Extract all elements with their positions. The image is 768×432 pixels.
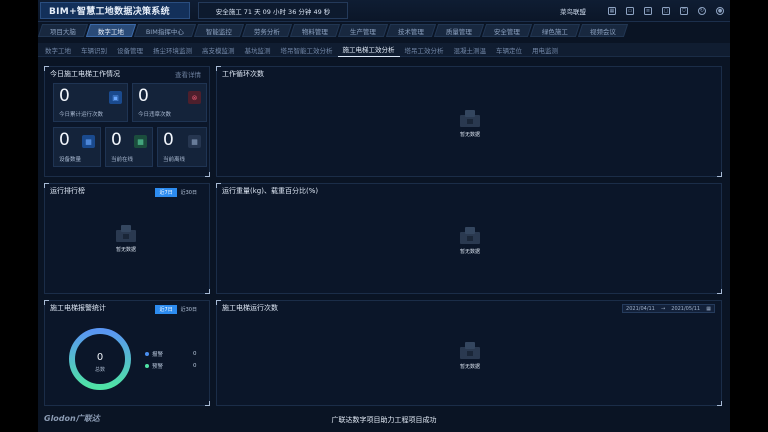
calendar-icon[interactable]: ▦ <box>706 306 711 312</box>
legend-dot <box>145 352 149 356</box>
legend-dot <box>145 364 149 368</box>
date-separator: → <box>660 305 666 312</box>
tab-project-brain[interactable]: 项目大脑 <box>38 24 89 37</box>
legend-alarm: 报警 0 <box>145 350 205 358</box>
alarm-total-label: 总数 <box>95 366 105 373</box>
panel-title: 工作循环次数 <box>222 70 264 78</box>
elevator-icon: ▣ <box>109 91 122 104</box>
user-icon[interactable]: ● <box>716 6 724 15</box>
load-weight-panel: 运行重量(kg)、载重百分比(%) 暂无数据 <box>216 183 722 294</box>
shield-icon[interactable]: ⛉ <box>680 6 688 15</box>
alarm-icon: ⊗ <box>188 91 201 104</box>
empty-state: 暂无数据 <box>450 109 490 138</box>
subnav-dust-monitor[interactable]: 扬尘环境监测 <box>148 43 197 57</box>
tab-safety[interactable]: 安全管理 <box>481 24 533 37</box>
tab-bim-center[interactable]: BIM指挥中心 <box>133 24 197 37</box>
panel-title: 施工电梯报警统计 <box>50 304 106 312</box>
tab-smart-monitor[interactable]: 智能监控 <box>193 24 245 37</box>
subnav-pit-monitor[interactable]: 基坑监测 <box>240 43 276 57</box>
subnav-concrete-temp[interactable]: 混凝土测温 <box>449 43 492 57</box>
empty-state: 暂无数据 <box>106 224 146 253</box>
tab-quality[interactable]: 质量管理 <box>433 24 485 37</box>
refresh-icon[interactable]: ↻ <box>698 6 706 15</box>
footer-slogan: 广联达数字项目助力工程项目成功 <box>331 416 437 424</box>
date-start[interactable]: 2021/04/11 <box>626 306 655 312</box>
main-tabs: 项目大脑 数字工地 BIM指挥中心 智能监控 劳务分析 物料管理 生产管理 技术… <box>38 24 629 38</box>
monitor-icon[interactable]: ▭ <box>626 6 634 15</box>
chat-icon[interactable]: ▢ <box>662 6 670 15</box>
panel-title: 运行排行榜 <box>50 187 85 195</box>
legend-warning: 预警 0 <box>145 362 205 370</box>
toggle-30-days[interactable]: 近30日 <box>177 188 201 197</box>
header-toolbar: 菜鸟联盟 ▦ ▭ ≡ ▢ ⛉ ↻ ● <box>560 2 730 19</box>
alarm-stats-panel: 施工电梯报警统计 近7日 近30日 0 总数 报警 0 预警 0 <box>44 300 210 406</box>
subnav-equipment[interactable]: 设备管理 <box>112 43 148 57</box>
app-logo-box: BIM+智慧工地数据决策系统 <box>40 2 190 19</box>
period-toggle: 近7日 近30日 <box>155 305 201 314</box>
tab-technical[interactable]: 技术管理 <box>385 24 437 37</box>
panel-title: 运行重量(kg)、载重百分比(%) <box>222 187 319 195</box>
empty-box-icon <box>114 224 138 244</box>
device-icon: ▦ <box>82 135 95 148</box>
view-details-link[interactable]: 查看详情 <box>175 69 201 79</box>
tab-materials[interactable]: 物料管理 <box>289 24 341 37</box>
app-title: BIM+智慧工地数据决策系统 <box>49 7 170 17</box>
work-cycles-panel: 工作循环次数 暂无数据 <box>216 66 722 177</box>
subnav-vehicle-recognition[interactable]: 车辆识别 <box>76 43 112 57</box>
toggle-7-days[interactable]: 近7日 <box>155 305 177 314</box>
tab-labor[interactable]: 劳务分析 <box>241 24 293 37</box>
subnav-vehicle-location[interactable]: 车辆定位 <box>491 43 527 57</box>
panel-title: 施工电梯运行次数 <box>222 304 278 312</box>
empty-box-icon <box>458 341 482 361</box>
toggle-30-days[interactable]: 近30日 <box>177 305 201 314</box>
user-name[interactable]: 菜鸟联盟 <box>560 6 586 16</box>
document-icon[interactable]: ≡ <box>644 6 652 15</box>
top-header: BIM+智慧工地数据决策系统 安全施工 71 天 09 小时 36 分钟 49 … <box>38 0 730 22</box>
alarm-total-value: 0 <box>97 352 103 363</box>
grid-icon[interactable]: ▦ <box>608 6 616 15</box>
tab-green[interactable]: 绿色施工 <box>529 24 581 37</box>
panel-title: 今日施工电梯工作情况 <box>50 70 120 78</box>
stat-offline: 0 当前离线 ▦ <box>157 127 207 167</box>
subnav-formwork-monitor[interactable]: 高支模监测 <box>197 43 240 57</box>
subnav-digital-site[interactable]: 数字工地 <box>40 43 76 57</box>
stat-online: 0 当前在线 ▦ <box>105 127 153 167</box>
alarm-donut-chart: 0 总数 <box>69 328 131 390</box>
date-end[interactable]: 2021/05/11 <box>671 306 700 312</box>
tab-production[interactable]: 生产管理 <box>337 24 389 37</box>
safety-counter: 安全施工 71 天 09 小时 36 分钟 49 秒 <box>198 2 348 19</box>
subnav-power-monitor[interactable]: 用电监测 <box>527 43 563 57</box>
period-toggle: 近7日 近30日 <box>155 188 201 197</box>
offline-icon: ▦ <box>188 135 201 148</box>
empty-state: 暂无数据 <box>450 341 490 370</box>
today-work-panel: 今日施工电梯工作情况 查看详情 0 今日累计运行次数 ▣ 0 今日违章次数 ⊗ … <box>44 66 210 177</box>
empty-box-icon <box>458 109 482 129</box>
tab-video-meeting[interactable]: 视频会议 <box>577 24 629 37</box>
sub-navigation: 数字工地 车辆识别 设备管理 扬尘环境监测 高支模监测 基坑监测 塔吊智能工效分… <box>38 43 730 57</box>
tab-digital-site[interactable]: 数字工地 <box>85 24 137 37</box>
safety-counter-text: 安全施工 71 天 09 小时 36 分钟 49 秒 <box>215 7 331 16</box>
date-range-picker[interactable]: 2021/04/11 → 2021/05/11 ▦ <box>622 304 715 313</box>
empty-state: 暂无数据 <box>450 226 490 255</box>
subnav-elevator-efficiency[interactable]: 施工电梯工效分析 <box>337 43 400 57</box>
subnav-tower-crane-smart[interactable]: 塔吊智能工效分析 <box>276 43 338 57</box>
online-icon: ▦ <box>134 135 147 148</box>
stat-device-count: 0 设备数量 ▦ <box>53 127 101 167</box>
subnav-tower-crane[interactable]: 塔吊工效分析 <box>400 43 449 57</box>
app-frame: BIM+智慧工地数据决策系统 安全施工 71 天 09 小时 36 分钟 49 … <box>38 0 730 432</box>
stat-violations: 0 今日违章次数 ⊗ <box>132 83 207 122</box>
empty-box-icon <box>458 226 482 246</box>
stat-total-runs: 0 今日累计运行次数 ▣ <box>53 83 128 122</box>
toggle-7-days[interactable]: 近7日 <box>155 188 177 197</box>
ranking-panel: 运行排行榜 近7日 近30日 暂无数据 <box>44 183 210 294</box>
elevator-runs-panel: 施工电梯运行次数 2021/04/11 → 2021/05/11 ▦ 暂无数据 <box>216 300 722 406</box>
